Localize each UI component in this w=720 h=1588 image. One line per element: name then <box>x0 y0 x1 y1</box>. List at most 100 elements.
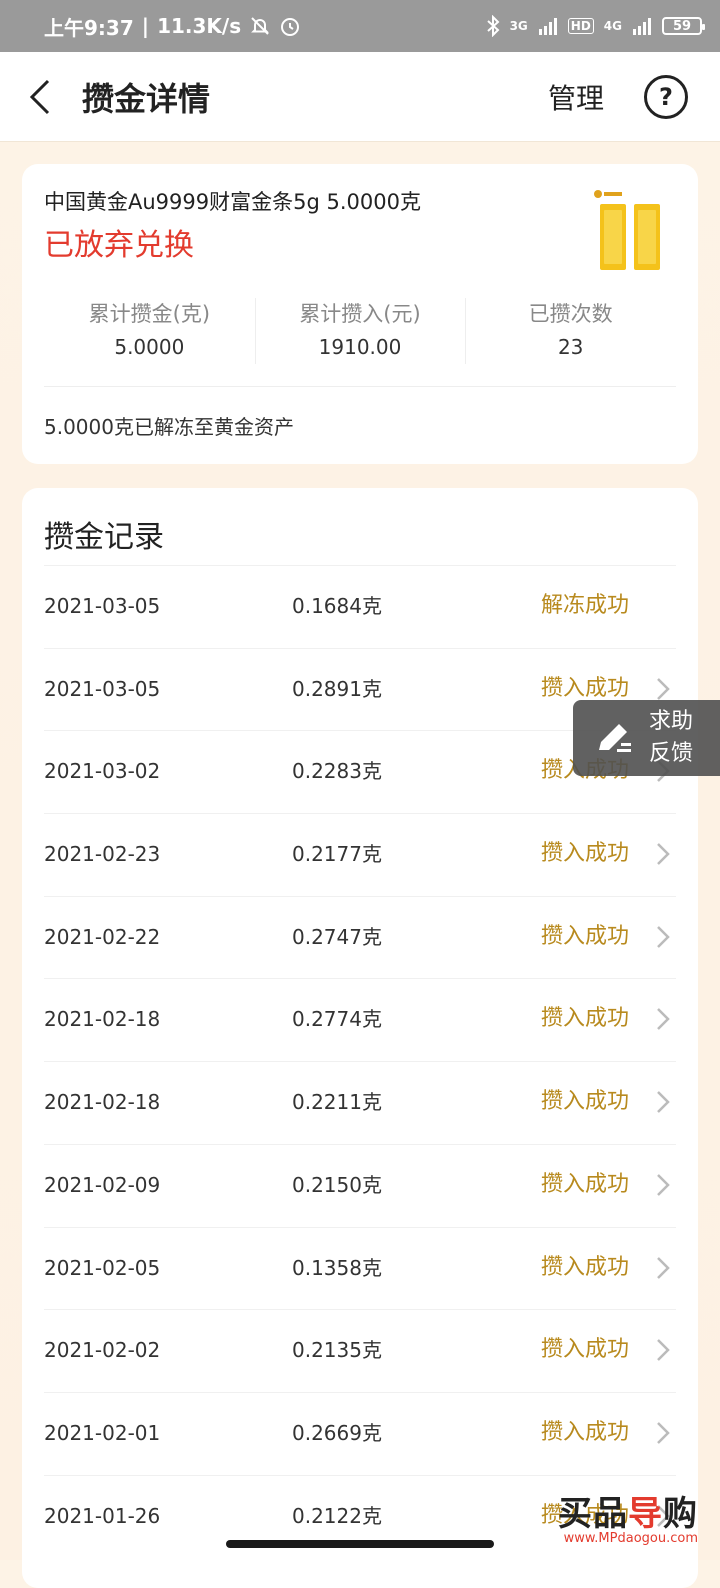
feedback-label: 求助 反馈 <box>649 709 694 766</box>
record-amount: 0.2211克 <box>292 1090 382 1115</box>
record-status: 攒入成功 <box>541 1419 630 1445</box>
network-hd-label: HD <box>567 18 594 34</box>
record-status: 攒入成功 <box>541 1089 630 1115</box>
back-arrow-icon <box>29 79 50 114</box>
bell-off-icon <box>249 15 271 37</box>
record-date: 2021-03-05 <box>44 676 161 701</box>
chevron-right-icon <box>657 1091 670 1114</box>
status-separator: | <box>141 14 150 38</box>
record-amount: 0.2150克 <box>292 1172 382 1197</box>
record-row[interactable]: 2021-02-09 0.2150克 攒入成功 <box>44 1143 676 1227</box>
record-amount: 0.2283克 <box>292 759 382 784</box>
record-amount: 0.1358克 <box>292 1255 382 1280</box>
record-status: 攒入成功 <box>541 923 630 949</box>
chevron-right-icon <box>657 843 670 865</box>
record-row[interactable]: 2021-02-05 0.1358克 攒入成功 <box>44 1226 676 1310</box>
product-name: 中国黄金Au9999财富金条5g 5.0000克 <box>44 190 421 214</box>
feedback-button[interactable]: 求助 反馈 <box>573 700 720 776</box>
watermark-url: www.MPdaogou.com <box>563 1531 698 1546</box>
record-row[interactable]: 2021-02-18 0.2774克 攒入成功 <box>44 978 676 1061</box>
chevron-right-icon <box>657 925 670 948</box>
unfreeze-note: 5.0000克已解冻至黄金资产 <box>44 415 294 439</box>
home-indicator[interactable] <box>226 1540 494 1548</box>
watermark-text-a: 买品 <box>558 1494 628 1534</box>
record-row[interactable]: 2021-02-22 0.2747克 攒入成功 <box>44 895 676 979</box>
stat-total-deposit: 累计攒入(元) 1910.00 <box>254 298 466 368</box>
record-amount: 0.2774克 <box>292 1007 382 1032</box>
record-row[interactable]: 2021-02-23 0.2177克 攒入成功 <box>44 813 676 896</box>
divider <box>44 386 676 387</box>
watermark-brand: 买品导购 <box>558 1496 698 1532</box>
record-status: 攒入成功 <box>541 841 630 867</box>
stat-deposit-count: 已攒次数 23 <box>465 298 676 368</box>
battery-icon: 59 <box>662 17 705 35</box>
record-date: 2021-02-05 <box>44 1255 161 1280</box>
records-title: 攒金记录 <box>44 520 164 555</box>
back-button[interactable] <box>0 52 80 142</box>
record-date: 2021-02-18 <box>44 1090 161 1115</box>
chevron-right-icon <box>657 1256 670 1279</box>
chevron-right-icon <box>657 1339 670 1362</box>
alarm-icon <box>279 15 301 37</box>
record-status: 攒入成功 <box>541 1337 630 1363</box>
status-bar: 上午9:37 | 11.3K/s 3G HD 4G 59 <box>0 0 720 52</box>
stat-label: 累计攒金(克) <box>88 302 211 326</box>
network-4g-label: 4G <box>603 19 622 33</box>
record-row[interactable]: 2021-02-18 0.2211克 攒入成功 <box>44 1061 676 1144</box>
battery-level: 59 <box>672 18 692 34</box>
stat-value: 5.0000 <box>114 335 185 359</box>
record-date: 2021-02-23 <box>44 842 161 867</box>
record-status: 攒入成功 <box>541 1254 630 1280</box>
signal-icon-2 <box>632 17 652 35</box>
records-card: 攒金记录 2021-03-05 0.1684克 解冻成功 2021-03-05 0.28… <box>22 488 698 1588</box>
exchange-status: 已放弃兑换 <box>44 228 194 263</box>
help-icon: ? <box>659 82 673 111</box>
watermark-text-c: 购 <box>663 1494 698 1534</box>
record-amount: 0.1684克 <box>292 594 382 618</box>
record-status: 攒入成功 <box>541 1006 630 1032</box>
stat-total-gold: 累计攒金(克) 5.0000 <box>44 298 255 368</box>
status-left: 上午9:37 | 11.3K/s <box>44 12 486 41</box>
record-date: 2021-02-09 <box>44 1172 161 1197</box>
record-amount: 0.2135克 <box>292 1338 382 1363</box>
record-amount: 0.2177克 <box>292 842 382 867</box>
record-date: 2021-02-22 <box>44 924 161 949</box>
record-row: 2021-03-05 0.1684克 解冻成功 <box>44 565 676 648</box>
edit-pen-icon <box>599 724 631 752</box>
stats-row: 累计攒金(克) 5.0000 累计攒入(元) 1910.00 已攒次数 23 <box>44 298 676 368</box>
chevron-right-icon <box>657 677 670 700</box>
chevron-right-icon <box>657 1421 670 1444</box>
network-3g-label: 3G <box>509 19 528 33</box>
record-date: 2021-02-18 <box>44 1007 161 1032</box>
stat-label: 已攒次数 <box>528 302 613 326</box>
stat-value: 1910.00 <box>318 335 402 359</box>
help-button[interactable]: ? <box>644 74 688 119</box>
record-row[interactable]: 2021-02-01 0.2669克 攒入成功 <box>44 1391 676 1475</box>
record-amount: 0.2669克 <box>292 1420 382 1445</box>
app-header: 攒金详情 管理 ? <box>0 52 720 142</box>
product-card: 中国黄金Au9999财富金条5g 5.0000克 已放弃兑换 累计攒金(克) 5… <box>22 164 698 464</box>
record-date: 2021-02-01 <box>44 1420 161 1445</box>
stat-value: 23 <box>557 335 584 359</box>
record-status: 解冻成功 <box>541 593 630 618</box>
bluetooth-icon <box>486 15 500 37</box>
record-amount: 0.2891克 <box>292 676 382 701</box>
signal-icon <box>538 17 558 35</box>
status-time: 上午9:37 <box>44 15 134 40</box>
chevron-right-icon <box>657 1008 670 1031</box>
watermark: 买品导购 www.MPdaogou.com <box>558 1496 698 1546</box>
record-status: 攒入成功 <box>541 1171 630 1197</box>
page-title: 攒金详情 <box>82 79 211 118</box>
gold-bar-image <box>586 186 664 272</box>
record-date: 2021-01-26 <box>44 1503 161 1528</box>
status-net-speed: 11.3K/s <box>157 14 242 38</box>
chevron-right-icon <box>657 1173 670 1196</box>
watermark-text-b: 导 <box>628 1494 663 1534</box>
record-date: 2021-03-05 <box>44 594 161 618</box>
manage-button[interactable]: 管理 <box>548 77 604 117</box>
record-row[interactable]: 2021-02-02 0.2135克 攒入成功 <box>44 1309 676 1392</box>
stat-label: 累计攒入(元) <box>299 302 421 326</box>
record-date: 2021-02-02 <box>44 1338 161 1363</box>
record-date: 2021-03-02 <box>44 759 161 784</box>
record-amount: 0.2747克 <box>292 924 382 949</box>
